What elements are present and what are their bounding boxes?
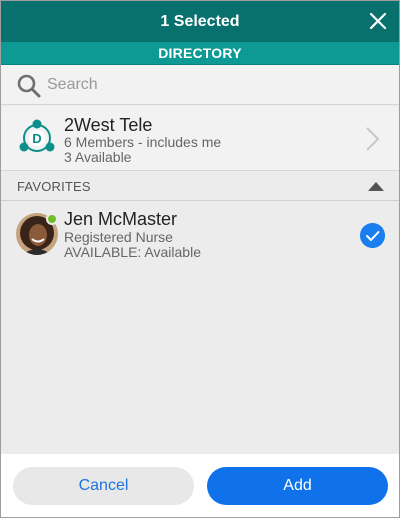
selected-check-icon[interactable] — [360, 223, 385, 248]
search-input[interactable] — [47, 73, 377, 97]
chevron-right-icon — [366, 127, 380, 151]
group-name: 2West Tele — [64, 115, 153, 135]
favorites-title: FAVORITES — [17, 179, 91, 194]
group-available: 3 Available — [64, 149, 132, 165]
collapse-up-icon — [368, 182, 384, 191]
group-members: 6 Members - includes me — [64, 134, 222, 150]
search-icon — [17, 74, 41, 98]
group-icon: D — [19, 119, 55, 152]
list-item[interactable]: Jen McMaster Registered Nurse AVAILABLE:… — [1, 201, 399, 269]
directory-tab: DIRECTORY — [1, 42, 399, 65]
contact-status: AVAILABLE: Available — [64, 244, 201, 260]
group-row-2west-tele[interactable]: D 2West Tele 6 Members - includes me 3 A… — [1, 106, 399, 170]
search-bar — [1, 65, 399, 105]
group-icon-letter: D — [32, 131, 41, 146]
contact-role: Registered Nurse — [64, 229, 173, 245]
favorites-section-header[interactable]: FAVORITES — [1, 170, 399, 201]
select-recipients-dialog: 1 Selected DIRECTORY D 2West Tele 6 Memb… — [0, 0, 400, 518]
dialog-title: 1 Selected — [160, 12, 240, 30]
contact-name: Jen McMaster — [64, 209, 178, 229]
add-button[interactable]: Add — [207, 467, 388, 505]
close-icon[interactable] — [367, 10, 389, 32]
cancel-button[interactable]: Cancel — [13, 467, 194, 505]
directory-title: DIRECTORY — [158, 45, 242, 61]
dialog-footer: Cancel Add — [1, 454, 399, 517]
presence-indicator — [46, 213, 58, 225]
dialog-header: 1 Selected — [1, 1, 399, 42]
